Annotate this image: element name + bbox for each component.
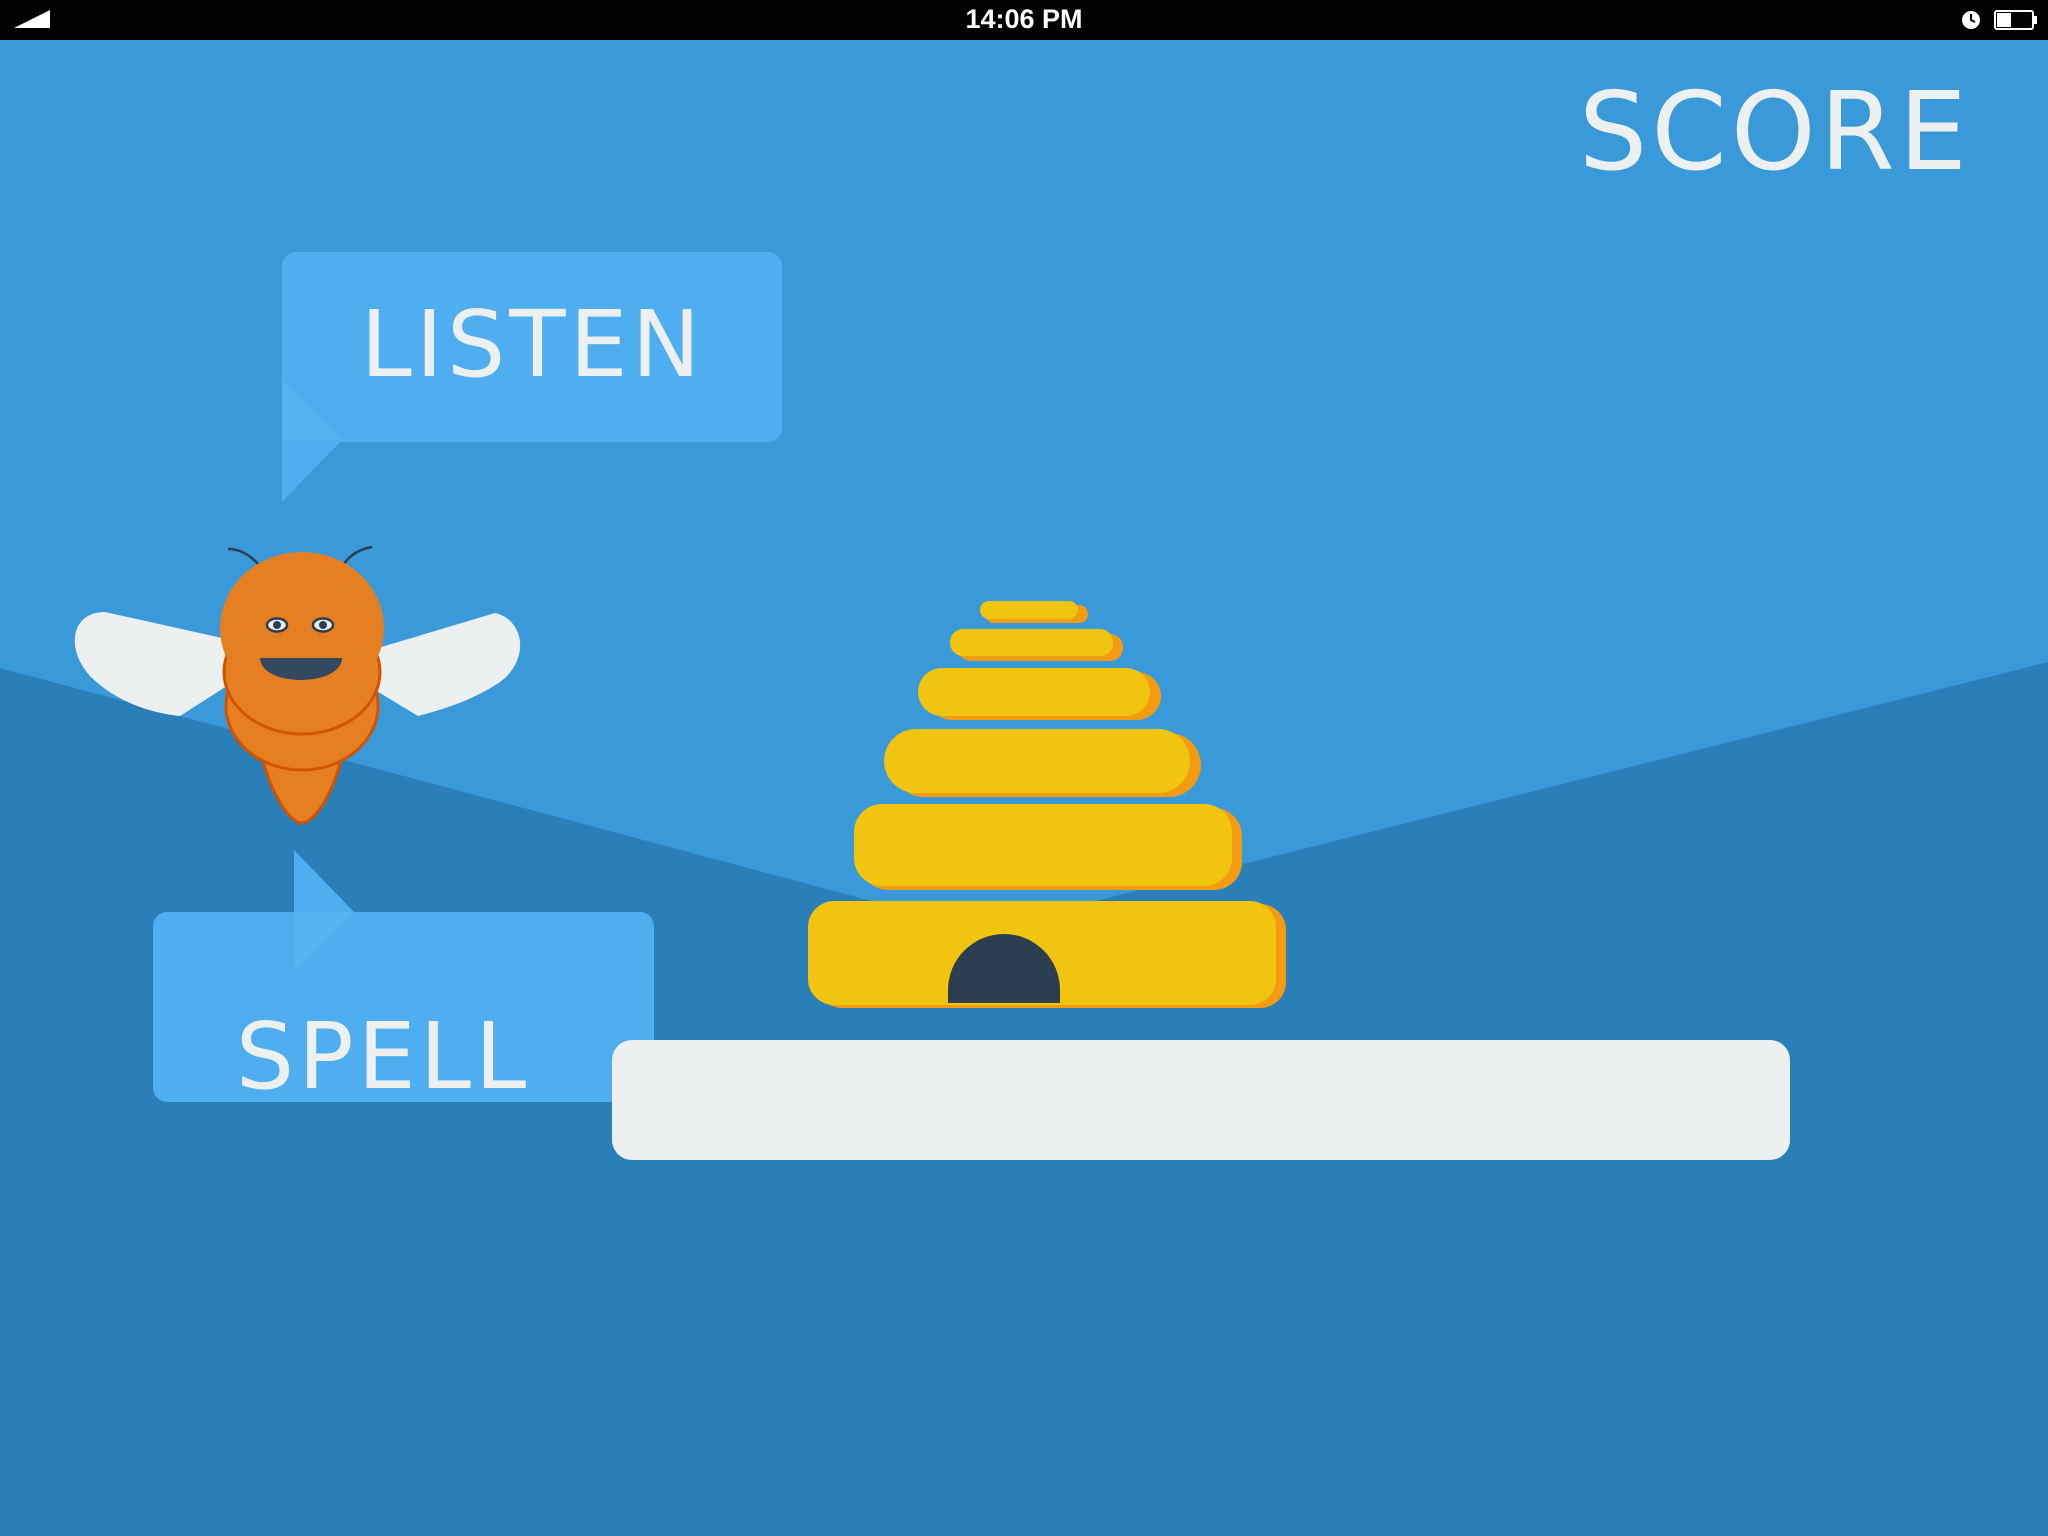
beehive: [808, 601, 1286, 1008]
listen-button[interactable]: LISTEN: [280, 250, 785, 505]
spell-button[interactable]: SPELL: [153, 850, 656, 1107]
bee-left-wing: [74, 612, 230, 716]
bee-head: [220, 552, 384, 704]
battery-icon: [1994, 10, 2037, 30]
bee-mascot: [74, 545, 521, 825]
status-time: 14:06 PM: [965, 4, 1083, 34]
spell-label: SPELL: [235, 1003, 531, 1110]
bee-right-wing: [365, 613, 521, 716]
score-button[interactable]: SCORE: [1579, 78, 1971, 188]
listen-label: LISTEN: [360, 291, 705, 398]
spelling-answer-input[interactable]: [612, 1040, 1790, 1160]
clock-icon: [1962, 11, 1980, 29]
status-bar: 14:06 PM: [0, 0, 2048, 40]
game-screen: 14:06 PM SCORE LISTEN SPELL: [0, 0, 2048, 1536]
